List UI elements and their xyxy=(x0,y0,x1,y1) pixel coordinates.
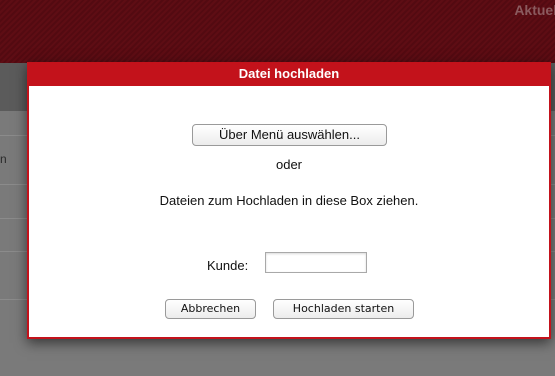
dialog-title: Datei hochladen xyxy=(27,62,551,86)
kunde-label: Kunde: xyxy=(207,258,249,273)
cancel-button[interactable]: Abbrechen xyxy=(165,299,256,319)
app-header: Aktuell xyxy=(0,0,555,63)
header-nav-text: Aktuell xyxy=(514,2,555,18)
kunde-input[interactable] xyxy=(265,252,367,273)
start-upload-button[interactable]: Hochladen starten xyxy=(273,299,414,319)
dialog-body: Über Menü auswählen... oder Dateien zum … xyxy=(27,86,551,339)
upload-dialog: Datei hochladen Über Menü auswählen... o… xyxy=(27,62,551,339)
table-column-header: n xyxy=(0,152,7,166)
drop-zone-hint: Dateien zum Hochladen in diese Box ziehe… xyxy=(159,193,419,208)
choose-file-button[interactable]: Über Menü auswählen... xyxy=(192,124,387,146)
or-text: oder xyxy=(275,157,303,172)
